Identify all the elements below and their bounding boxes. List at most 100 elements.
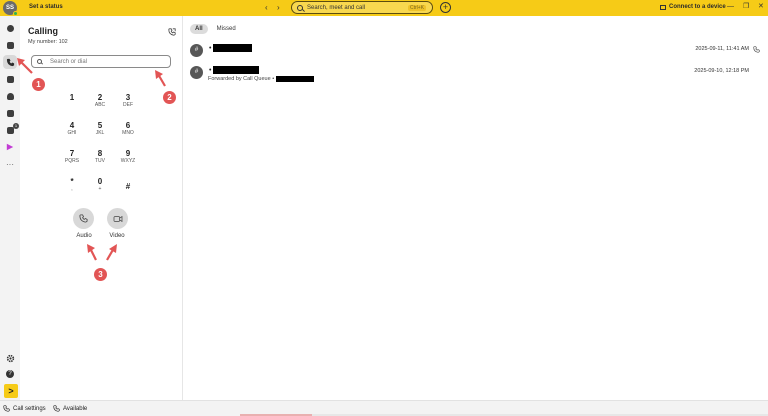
callback-icon[interactable] [753, 46, 760, 55]
status-bar: Call settings Available [0, 400, 768, 416]
avatar[interactable]: SS [3, 1, 18, 16]
teams-icon[interactable] [3, 89, 17, 103]
dial-search-placeholder: Search or dial [50, 58, 88, 65]
key-letters: MNO [122, 130, 134, 136]
redacted-caller [213, 66, 260, 74]
phone-available-icon [53, 405, 60, 412]
video-call-button[interactable] [107, 208, 128, 229]
call-avatar: # [190, 66, 203, 79]
call-timestamp: 2025-09-10, 12:18 PM [694, 68, 749, 74]
annotation-arrow-3a [87, 244, 97, 261]
key-letters: DEF [123, 102, 133, 108]
key-letters: + [98, 186, 102, 192]
webex-app-icon[interactable] [3, 140, 17, 154]
call-forward-icon[interactable] [168, 28, 176, 38]
dialpad-key[interactable]: 5 JKL [88, 121, 112, 136]
voicemail-badge: 1 [13, 123, 19, 129]
set-status-link[interactable]: Set a status [29, 4, 63, 10]
dial-search-input[interactable]: Search or dial [31, 55, 171, 68]
key-digit: # [125, 182, 131, 191]
dialpad-key[interactable]: 7 PQRS [60, 149, 84, 164]
availability-button[interactable]: Available [53, 405, 87, 412]
call-avatar: # [190, 44, 203, 57]
dialpad-key[interactable]: 2 ABC [88, 93, 112, 108]
global-search-placeholder: Search, meet and call [307, 4, 366, 11]
call-history-row[interactable]: # • 2025-09-11, 11:41 AM [190, 44, 760, 64]
help-icon[interactable]: ? [3, 367, 17, 381]
key-digit: 7 [69, 149, 75, 158]
back-arrow-icon[interactable]: ‹ [265, 3, 268, 12]
forwarded-info: Forwarded by Call Queue • [208, 76, 315, 82]
dialpad-key[interactable]: 6 MNO [116, 121, 140, 136]
connect-device-button[interactable]: Connect to a device [660, 4, 726, 10]
key-digit: 0 [97, 177, 103, 186]
call-history-tabs: All Missed [190, 24, 241, 34]
contacts-icon[interactable] [3, 106, 17, 120]
annotation-badge-1: 1 [32, 78, 45, 91]
caller-name: • [209, 44, 253, 52]
caller-name: • [209, 66, 260, 74]
audio-call-button[interactable] [73, 208, 94, 229]
key-letters: TUV [95, 158, 105, 164]
dialpad-key[interactable]: 4 GHI [60, 121, 84, 136]
redacted-queue [276, 76, 315, 82]
close-window-button[interactable]: ✕ [758, 3, 764, 11]
search-shortcut-hint: Ctrl+K [407, 5, 426, 11]
top-bar: SS Set a status ‹ › Search, meet and cal… [0, 0, 768, 16]
audio-call-label: Audio [76, 233, 92, 239]
caller-prefix: • [209, 66, 212, 74]
dialpad-key[interactable]: 0 + [88, 177, 112, 192]
video-call-label: Video [109, 233, 125, 239]
annotation-arrow-2 [155, 70, 166, 87]
availability-label: Available [63, 405, 88, 412]
key-digit: * [70, 177, 74, 186]
page-title: Calling [28, 26, 59, 36]
messaging-icon[interactable] [3, 21, 17, 35]
annotation-arrow-3b [106, 244, 117, 261]
key-digit: 3 [125, 93, 131, 102]
dialpad-key[interactable]: 3 DEF [116, 93, 140, 108]
annotation-badge-2: 2 [163, 91, 176, 104]
phone-icon [79, 214, 88, 223]
dialpad-key[interactable]: 1 [60, 93, 84, 102]
monitor-icon [660, 4, 666, 10]
annotation-badge-3: 3 [94, 268, 107, 281]
key-digit: 5 [97, 121, 103, 130]
dialpad-key[interactable]: 9 WXYZ [116, 149, 140, 164]
call-settings-button[interactable]: Call settings [3, 405, 46, 412]
key-letters: JKL [95, 130, 105, 136]
key-digit: 6 [125, 121, 131, 130]
key-digit: 8 [97, 149, 103, 158]
voicemail-icon[interactable]: 1 [3, 123, 19, 137]
add-button[interactable]: + [440, 2, 451, 13]
call-history-row[interactable]: # • Forwarded by Call Queue • 2025-09-10… [190, 66, 760, 86]
avatar-initials: SS [5, 5, 14, 11]
key-digit: 1 [69, 93, 75, 102]
launch-button[interactable]: > [4, 384, 18, 398]
tab-all[interactable]: All [190, 24, 208, 34]
key-letters: GHI [67, 130, 77, 136]
forward-arrow-icon[interactable]: › [277, 3, 280, 12]
dialpad-key[interactable]: 8 TUV [88, 149, 112, 164]
restore-button[interactable]: ❐ [743, 3, 749, 11]
calendar-icon[interactable] [3, 38, 17, 52]
key-digit: 4 [69, 121, 75, 130]
call-timestamp: 2025-09-11, 11:41 AM [695, 46, 749, 52]
dialpad-key[interactable]: # [116, 182, 140, 191]
annotation-arrow-1 [17, 58, 33, 74]
more-icon[interactable]: ··· [3, 157, 17, 171]
tab-missed[interactable]: Missed [212, 24, 241, 34]
minimize-button[interactable]: — [727, 3, 734, 11]
caller-prefix: • [209, 44, 212, 52]
key-letters: WXYZ [120, 158, 136, 164]
my-number-label: My number: 102 [28, 39, 68, 45]
forwarded-label: Forwarded by Call Queue • [208, 76, 275, 82]
key-digit: 9 [125, 149, 131, 158]
app-window: SS Set a status ‹ › Search, meet and cal… [0, 0, 768, 416]
key-letters: ABC [94, 102, 106, 108]
key-letters: PQRS [64, 158, 80, 164]
gear-icon[interactable] [3, 351, 17, 365]
global-search-input[interactable]: Search, meet and call Ctrl+K [291, 1, 433, 14]
dialpad-key[interactable]: *, [60, 177, 84, 192]
search-icon [297, 4, 303, 11]
